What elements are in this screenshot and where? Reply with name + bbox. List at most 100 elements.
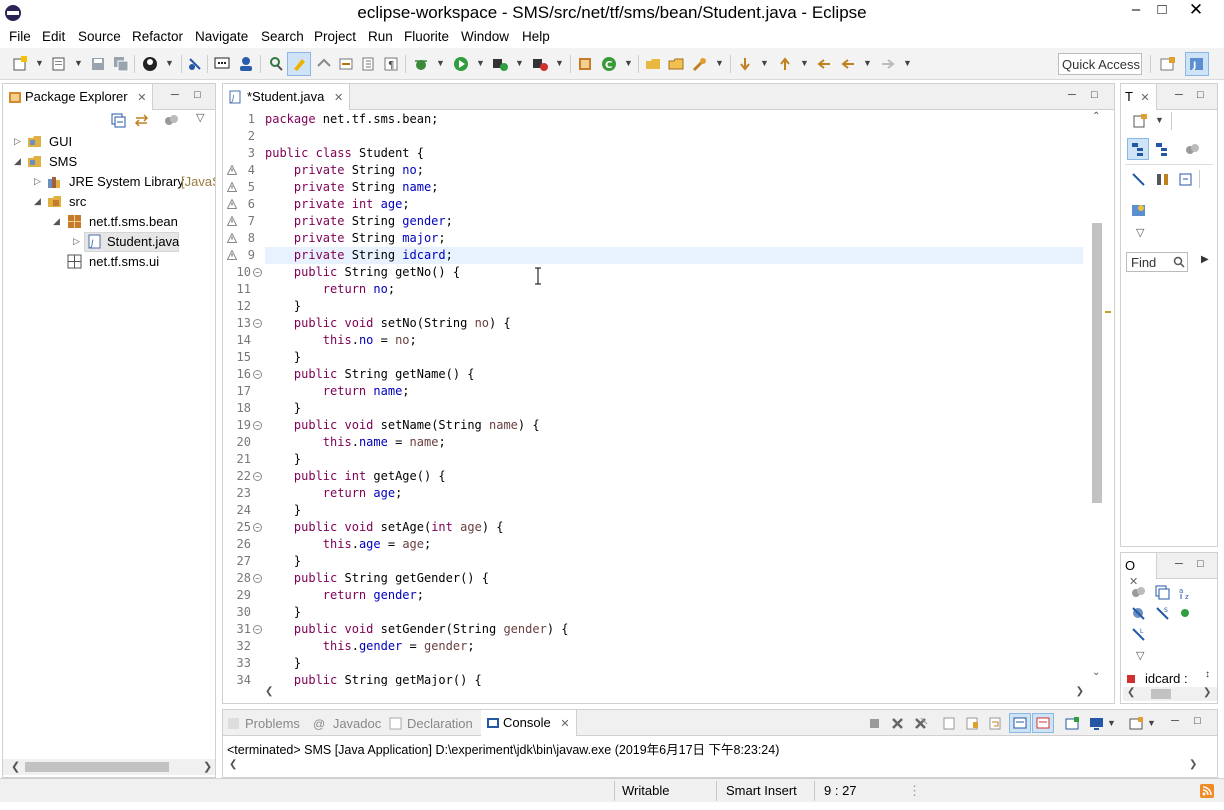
editor-hscrollbar[interactable]: ❮ ❯ [265,686,1084,700]
outline-hscrollbar[interactable]: ❮ ❯ [1123,687,1217,701]
run-icon[interactable] [453,56,469,72]
code-line[interactable]: public void setGender(String gender) { [265,621,1083,638]
prev-annotation-icon[interactable] [338,56,354,72]
warning-icon[interactable] [227,250,237,260]
code-line[interactable]: private String major; [265,230,1083,247]
maximize-icon[interactable]: □ [194,89,201,101]
close-tab-icon[interactable]: ✕ [560,718,569,730]
tree-item-package-ui[interactable]: net.tf.sms.ui [3,252,215,272]
minimize-window-button[interactable]: – [1124,0,1148,22]
code-line[interactable]: public String getName() { [265,366,1083,383]
maximize-icon[interactable]: □ [1091,89,1098,101]
pin-console-icon[interactable] [1065,716,1080,731]
code-line[interactable]: return no; [265,281,1083,298]
collapse-all-icon[interactable] [1155,585,1170,600]
coverage-dropdown-icon[interactable]: ▼ [515,58,524,68]
fold-toggle-icon[interactable]: − [253,472,262,481]
view-menu-icon[interactable]: ▽ [1136,649,1144,662]
open-type-icon[interactable] [645,56,661,72]
fold-toggle-icon[interactable]: − [253,268,262,277]
minimize-icon[interactable]: ─ [1175,558,1183,570]
expand-arrow-icon[interactable]: ▶ [1201,254,1209,265]
open-folder-icon[interactable] [668,56,684,72]
code-line[interactable]: private String no; [265,162,1083,179]
code-line[interactable]: } [265,298,1083,315]
minimize-icon[interactable]: ─ [1175,89,1183,101]
debug-dropdown-icon[interactable]: ▼ [436,58,445,68]
expand-icon[interactable]: ▷ [73,236,80,247]
save-icon[interactable] [90,56,106,72]
fold-toggle-icon[interactable]: − [253,523,262,532]
tab-outline[interactable]: O ✕ [1121,553,1157,588]
minimize-icon[interactable]: ─ [171,89,179,101]
close-window-button[interactable]: ✕ [1184,0,1208,22]
search-toolbar-icon[interactable] [268,56,284,72]
scroll-thumb[interactable] [1151,689,1171,699]
code-line[interactable]: public void setName(String name) { [265,417,1083,434]
debug-icon[interactable] [413,56,429,72]
scroll-lock-icon[interactable] [965,716,980,731]
scroll-thumb[interactable] [25,762,169,772]
skip-breakpoints-icon[interactable] [187,56,203,72]
display-console-dropdown-icon[interactable]: ▼ [1107,718,1116,728]
maximize-icon[interactable]: □ [1194,715,1201,727]
code-line[interactable]: } [265,451,1083,468]
scroll-left-icon[interactable]: ❮ [229,759,237,770]
tree-item-package-bean[interactable]: ◢ net.tf.sms.bean [3,212,215,232]
new-java-class-dropdown-icon[interactable]: ▼ [624,58,633,68]
code-line[interactable]: public void setAge(int age) { [265,519,1083,536]
tab-javadoc[interactable]: @ Javadoc [313,716,381,731]
code-line[interactable]: public int getAge() { [265,468,1083,485]
code-line[interactable]: private String gender; [265,213,1083,230]
sort-icon[interactable]: az [1178,585,1193,600]
quick-access-input[interactable]: Quick Access [1058,53,1142,75]
subtype-hierarchy-icon[interactable] [1185,142,1200,157]
back-icon[interactable] [840,56,856,72]
remove-launch-icon[interactable] [890,716,905,731]
scroll-left-icon[interactable]: ❮ [1127,687,1135,698]
overview-ruler[interactable] [1104,111,1112,686]
maximize-window-button[interactable]: □ [1150,0,1174,22]
warning-icon[interactable] [227,182,237,192]
code-line[interactable] [265,128,1083,145]
previous-annotation-dropdown-icon[interactable]: ▼ [800,58,809,68]
tab-declaration[interactable]: Declaration [389,716,473,731]
view-menu-icon[interactable]: ▽ [1136,226,1144,239]
warning-icon[interactable] [227,199,237,209]
hide-non-public-icon[interactable] [1178,172,1193,187]
new-file-dropdown-icon[interactable]: ▼ [74,58,83,68]
code-line[interactable]: } [265,604,1083,621]
hide-local-types-icon[interactable]: L [1131,627,1146,642]
fold-toggle-icon[interactable]: − [253,421,262,430]
menu-source[interactable]: Source [78,29,121,44]
filters-icon[interactable] [164,113,179,128]
tree-item-gui[interactable]: ▷ GUI [3,132,215,152]
tab-problems[interactable]: Problems [227,716,300,731]
code-line[interactable]: public void setNo(String no) { [265,315,1083,332]
collapse-icon[interactable]: ◢ [34,196,41,207]
external-tools-icon[interactable] [532,56,548,72]
code-line[interactable]: } [265,400,1083,417]
open-console-dropdown-icon[interactable]: ▼ [1147,718,1156,728]
code-line[interactable]: public String getMajor() { [265,672,1083,686]
find-input[interactable]: Find [1126,252,1188,272]
new-dropdown-icon[interactable]: ▼ [35,58,44,68]
next-annotation-icon[interactable] [737,56,753,72]
menu-window[interactable]: Window [461,29,509,44]
hide-static-icon[interactable]: S [1155,606,1170,621]
minimize-icon[interactable]: ─ [1068,89,1076,101]
new-java-package-icon[interactable] [577,56,593,72]
collapse-icon[interactable]: ◢ [53,216,60,227]
tree-item-student-java[interactable]: ▷ J Student.java [3,232,215,252]
menu-project[interactable]: Project [314,29,356,44]
tree-item-sms[interactable]: ◢ SMS [3,152,215,172]
supertype-hierarchy-icon[interactable] [1155,142,1170,157]
forward-icon[interactable] [880,56,896,72]
code-line[interactable]: } [265,655,1083,672]
next-annotation-dropdown-icon[interactable]: ▼ [760,58,769,68]
show-console-on-stdout-toggle[interactable] [1009,713,1031,733]
user-icon[interactable] [142,56,158,72]
previous-annotation-icon[interactable] [777,56,793,72]
link-with-editor-icon[interactable] [134,113,149,128]
code-line[interactable]: this.gender = gender; [265,638,1083,655]
